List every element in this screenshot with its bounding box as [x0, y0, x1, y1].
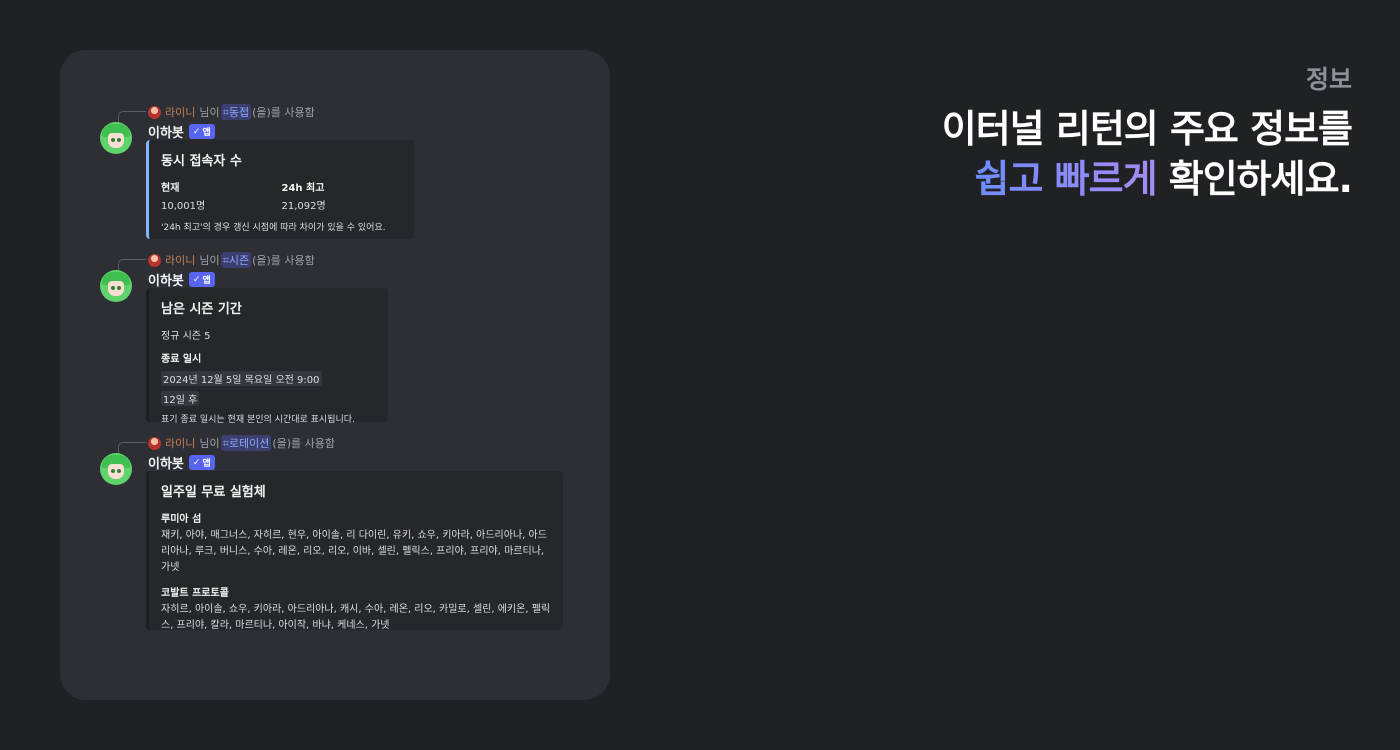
- bot-avatar[interactable]: [100, 270, 132, 302]
- reply-connector: [118, 442, 146, 454]
- check-icon: ✓: [192, 457, 201, 468]
- embed-title: 동시 접속자 수: [161, 154, 242, 169]
- bot-avatar[interactable]: [100, 122, 132, 154]
- embed-card: 남은 시즌 기간 정규 시즌 5 종료 일시 2024년 12월 5일 목요일 …: [146, 288, 388, 425]
- embed-title: 일주일 무료 실험체: [161, 485, 266, 500]
- reply-username[interactable]: 라이니: [165, 435, 195, 451]
- embed-title: 남은 시즌 기간: [161, 302, 242, 317]
- embed-field-peak: 24h 최고 21,092명: [281, 183, 326, 212]
- reply-text-end: (을)를 사용함: [252, 106, 315, 119]
- slash-command-mention[interactable]: ⌗시즌: [220, 252, 252, 268]
- embed-field-name: 종료 일시: [161, 354, 202, 365]
- reply-text: 님이: [199, 437, 220, 450]
- embed-card: 일주일 무료 실험체 루미아 섬 재키, 아야, 매그너스, 자히르, 현우, …: [146, 471, 563, 631]
- embed-card: 동시 접속자 수 현재 10,001명 24h 최고 21,092명 '24h …: [146, 140, 414, 239]
- app-badge: ✓ 앱: [188, 124, 215, 139]
- embed-section-value: 재키, 아야, 매그너스, 자히르, 현우, 아이솔, 리 다이린, 유키, 쇼…: [161, 530, 547, 573]
- headline-line2: 쉽고 빠르게 확인하세요.: [942, 154, 1354, 204]
- timestamp-relative[interactable]: 12일 후: [161, 391, 200, 406]
- reply-text-end: (을)를 사용함: [252, 254, 315, 267]
- embed-section-name: 코발트 프로토콜: [161, 588, 229, 599]
- headline: 이터널 리턴의 주요 정보를 쉽고 빠르게 확인하세요.: [941, 104, 1354, 204]
- discord-preview-panel: 라이니 님이 ⌗동접 (을)를 사용함 이하봇 ✓ 앱 동시 접속자 수 현재 1…: [60, 50, 610, 700]
- bot-name[interactable]: 이하봇: [148, 270, 184, 289]
- slash-command-mention[interactable]: ⌗동접: [220, 104, 252, 120]
- headline-line2-rest: 확인하세요.: [1156, 157, 1353, 201]
- embed-footer: '24h 최고'의 경우 갱신 시점에 따라 차이가 있을 수 있어요.: [161, 223, 386, 233]
- headline-line1: 이터널 리턴의 주요 정보를: [941, 107, 1353, 151]
- bot-author[interactable]: 이하봇 ✓ 앱: [148, 453, 215, 472]
- app-badge: ✓ 앱: [188, 455, 215, 470]
- app-badge: ✓ 앱: [188, 272, 215, 287]
- check-icon: ✓: [192, 274, 201, 285]
- command-reply-header: 라이니 님이 ⌗로테이션 (을)를 사용함: [118, 433, 335, 454]
- embed-description: 정규 시즌 5: [161, 331, 211, 342]
- user-avatar-icon[interactable]: [148, 436, 161, 450]
- bot-avatar[interactable]: [100, 453, 132, 485]
- reply-connector: [118, 259, 146, 271]
- reply-username[interactable]: 라이니: [165, 104, 195, 120]
- info-label: 정보: [1305, 65, 1352, 94]
- reply-text: 님이: [199, 254, 220, 267]
- command-reply-header: 라이니 님이 ⌗동접 (을)를 사용함: [118, 102, 315, 123]
- embed-footer: 표기 종료 일시는 현재 본인의 시간대로 표시됩니다.: [161, 415, 355, 425]
- embed-section-value: 자히르, 아이솔, 쇼우, 키아라, 아드리아나, 캐시, 수아, 레온, 리오…: [161, 604, 551, 631]
- user-avatar-icon[interactable]: [148, 253, 161, 267]
- slash-command-mention[interactable]: ⌗로테이션: [220, 435, 272, 451]
- headline-highlight: 쉽고 빠르게: [974, 157, 1158, 201]
- reply-connector: [118, 111, 146, 123]
- bot-name[interactable]: 이하봇: [148, 453, 184, 472]
- reply-username[interactable]: 라이니: [165, 252, 195, 268]
- reply-text-end: (을)를 사용함: [272, 437, 335, 450]
- command-reply-header: 라이니 님이 ⌗시즌 (을)를 사용함: [118, 250, 315, 271]
- reply-text: 님이: [199, 106, 220, 119]
- user-avatar-icon[interactable]: [148, 105, 161, 119]
- embed-section-name: 루미아 섬: [161, 514, 202, 525]
- bot-name[interactable]: 이하봇: [148, 122, 184, 141]
- embed-field-current: 현재 10,001명: [161, 183, 206, 212]
- bot-author[interactable]: 이하봇 ✓ 앱: [148, 122, 215, 141]
- bot-author[interactable]: 이하봇 ✓ 앱: [148, 270, 215, 289]
- check-icon: ✓: [192, 126, 201, 137]
- timestamp-absolute[interactable]: 2024년 12월 5일 목요일 오전 9:00: [161, 371, 322, 386]
